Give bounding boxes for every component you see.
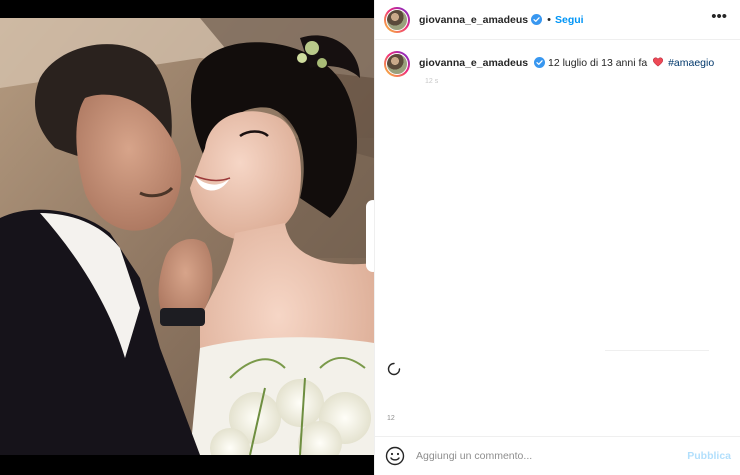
caption: giovanna_e_amadeus 12 luglio di 13 anni … <box>384 51 734 77</box>
publish-button[interactable]: Pubblica <box>687 450 731 462</box>
wedding-photo-illustration <box>0 18 374 455</box>
verified-badge-icon <box>534 57 546 68</box>
likes-count[interactable]: 12 <box>387 415 395 422</box>
caption-timestamp: 12 s <box>425 78 439 85</box>
caption-body: 12 luglio di 13 anni fa <box>547 57 648 69</box>
divider <box>605 350 709 351</box>
caption-username-link[interactable]: giovanna_e_amadeus <box>419 57 528 69</box>
red-heart-emoji <box>653 57 664 67</box>
verified-badge-icon <box>531 14 543 25</box>
comment-input[interactable] <box>416 450 666 462</box>
loading-spinner-icon <box>387 362 401 376</box>
caption-avatar-image <box>386 53 408 75</box>
avatar[interactable] <box>384 6 410 33</box>
photo-letterbox-bottom <box>0 455 374 475</box>
photo-letterbox-top <box>0 0 374 18</box>
separator-dot: • <box>547 13 551 26</box>
follow-button[interactable]: Segui <box>555 14 584 26</box>
post-photo[interactable] <box>0 0 374 475</box>
username-link[interactable]: giovanna_e_amadeus <box>419 14 528 26</box>
comment-bar: Pubblica <box>375 436 740 475</box>
smiley-face-icon[interactable] <box>385 446 405 466</box>
more-options-icon[interactable]: ••• <box>711 9 727 24</box>
next-photo-handle[interactable] <box>366 200 374 272</box>
caption-text: giovanna_e_amadeus 12 luglio di 13 anni … <box>419 57 714 70</box>
post-sidebar: giovanna_e_amadeus • Segui ••• giovanna_… <box>374 0 740 475</box>
hashtag-link[interactable]: #amaegio <box>668 57 714 69</box>
post-header: giovanna_e_amadeus • Segui ••• <box>375 0 740 40</box>
caption-avatar[interactable] <box>384 51 410 77</box>
avatar-image <box>386 8 408 31</box>
